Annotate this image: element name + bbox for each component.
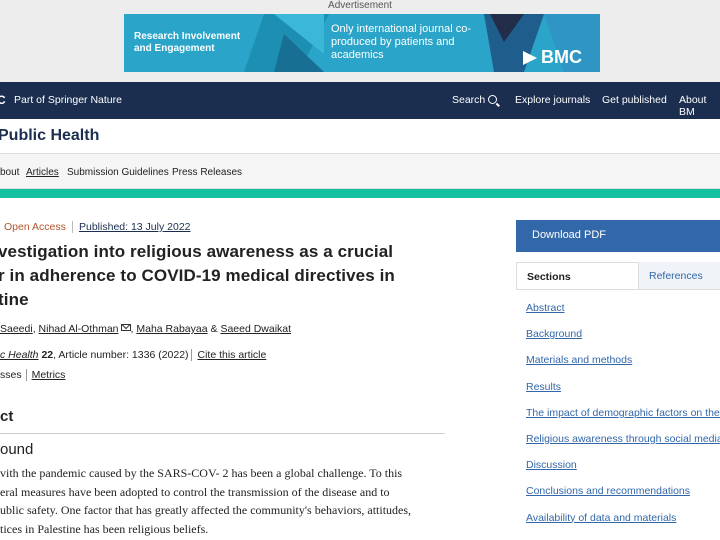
toc-item[interactable]: Abstract [526,302,720,328]
body-line: tices in Palestine has been religious be… [0,521,209,536]
article-number: , Article number: 1336 (2022) [53,349,189,361]
author-separator: , [32,323,36,335]
journal-nav-press-releases[interactable]: Press Releases [172,167,242,178]
author-separator: , [130,323,134,335]
background-subheading: ound [0,441,34,458]
body-line: eral measures have been adopted to contr… [0,484,390,499]
sidebar-tabs: Sections References [516,262,720,290]
ad-tagline: Only international journal co-produced b… [331,23,472,61]
sections-toc: Abstract Background Materials and method… [526,302,720,538]
author-ampersand: & [210,323,218,335]
toc-item[interactable]: Availability of data and materials [526,512,720,538]
bmc-logo: BMC [523,47,582,68]
cite-this-article-link[interactable]: Cite this article [191,349,267,361]
explore-journals-link[interactable]: Explore journals [515,94,590,106]
teal-divider [0,189,720,198]
tab-references[interactable]: References [639,262,720,290]
toc-item[interactable]: Religious awareness through social media… [526,433,720,459]
tab-sections[interactable]: Sections [516,262,639,290]
section-divider [0,433,445,434]
journal-reference-link[interactable]: c Health [0,349,39,361]
search-link[interactable]: Search [452,94,498,106]
abstract-heading: ct [0,408,14,425]
ad-label: Advertisement [328,0,392,11]
body-line: ublic safety. One factor that has greatl… [0,503,412,517]
metrics-link[interactable]: Metrics [25,369,66,381]
journal-nav: bout Articles Submission Guidelines Pres… [0,153,720,189]
bmc-logo-text: BMC [541,47,582,67]
author-link[interactable]: Saeed Dwaikat [220,323,291,335]
author-link[interactable]: Saeedi [0,323,33,335]
about-bmc-link[interactable]: About BM [679,94,720,118]
mail-icon[interactable] [120,324,131,331]
brand-logo-fragment[interactable]: C [0,93,6,107]
published-date[interactable]: Published: 13 July 2022 [72,221,191,233]
get-published-link[interactable]: Get published [602,94,667,106]
journal-nav-submission-guidelines[interactable]: Submission Guidelines [67,167,169,178]
title-line-3: tine [0,290,29,309]
author-list: Saeedi, Nihad Al-Othman, Maha Rabayaa & … [0,323,291,335]
journal-nav-about[interactable]: bout [0,167,19,178]
search-label: Search [452,94,486,106]
tab-divider [516,289,720,290]
title-line-1: vestigation into religious awareness as … [0,242,394,261]
top-navigation: C Part of Springer Nature Search Explore… [0,82,720,119]
title-line-2: r in adherence to COVID-19 medical direc… [0,266,395,285]
toc-item[interactable]: Results [526,381,720,407]
magnifier-icon [488,95,498,104]
accesses-count: sses [0,369,22,381]
author-link[interactable]: Maha Rabayaa [136,323,207,335]
ad-banner[interactable]: Research Involvement and Engagement Only… [124,14,600,72]
ad-journal-name: Research Involvement and Engagement [134,31,241,54]
toc-item[interactable]: Conclusions and recommendations [526,485,720,511]
article-title: vestigation into religious awareness as … [0,240,458,312]
metrics-row: sses Metrics [0,369,66,381]
journal-nav-articles[interactable]: Articles [26,167,59,178]
citation-line: c Health 22, Article number: 1336 (2022)… [0,349,267,361]
toc-item[interactable]: Materials and methods [526,354,720,380]
springer-nature-brand[interactable]: Part of Springer Nature [14,94,122,106]
toc-item[interactable]: Discussion [526,459,720,485]
author-link[interactable]: Nihad Al-Othman [39,323,119,335]
journal-title[interactable]: Public Health [0,127,99,145]
toc-item[interactable]: The impact of demographic factors on the… [526,407,720,433]
ad-strip: Advertisement Research Involvement and E… [0,0,720,82]
volume-number: 22 [41,349,54,361]
toc-item[interactable]: Background [526,328,720,354]
abstract-body: vith the pandemic caused by the SARS-COV… [0,464,445,538]
download-pdf-button[interactable]: Download PDF [516,220,720,252]
body-line: vith the pandemic caused by the SARS-COV… [0,466,403,480]
open-access-badge: Open Access [4,221,66,233]
bmc-triangle-icon [523,50,537,65]
